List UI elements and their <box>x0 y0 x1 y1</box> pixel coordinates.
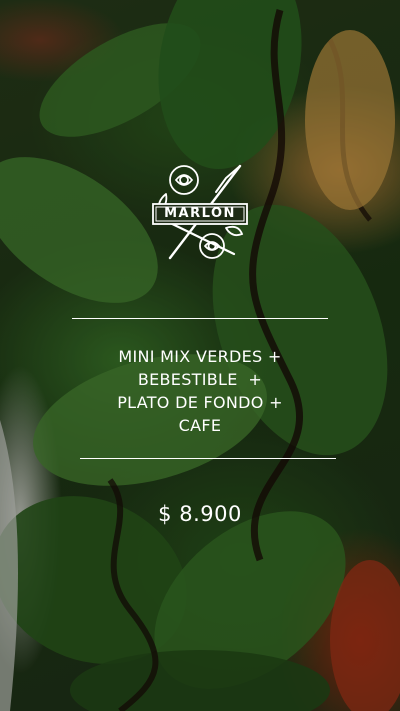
price-label: $ 8.900 <box>158 502 242 526</box>
menu-line: PLATO DE FONDO + <box>117 393 283 412</box>
menu-line: MINI MIX VERDES + <box>118 347 282 366</box>
logo-text: MARLON <box>164 206 236 221</box>
menu-description: MINI MIX VERDES + BEBESTIBLE + PLATO DE … <box>60 345 340 437</box>
menu-line: CAFE <box>178 416 222 435</box>
divider-bottom <box>80 458 336 459</box>
menu-line: BEBESTIBLE + <box>137 370 263 389</box>
divider-top <box>72 318 328 319</box>
marlon-logo: MARLON <box>150 158 250 264</box>
